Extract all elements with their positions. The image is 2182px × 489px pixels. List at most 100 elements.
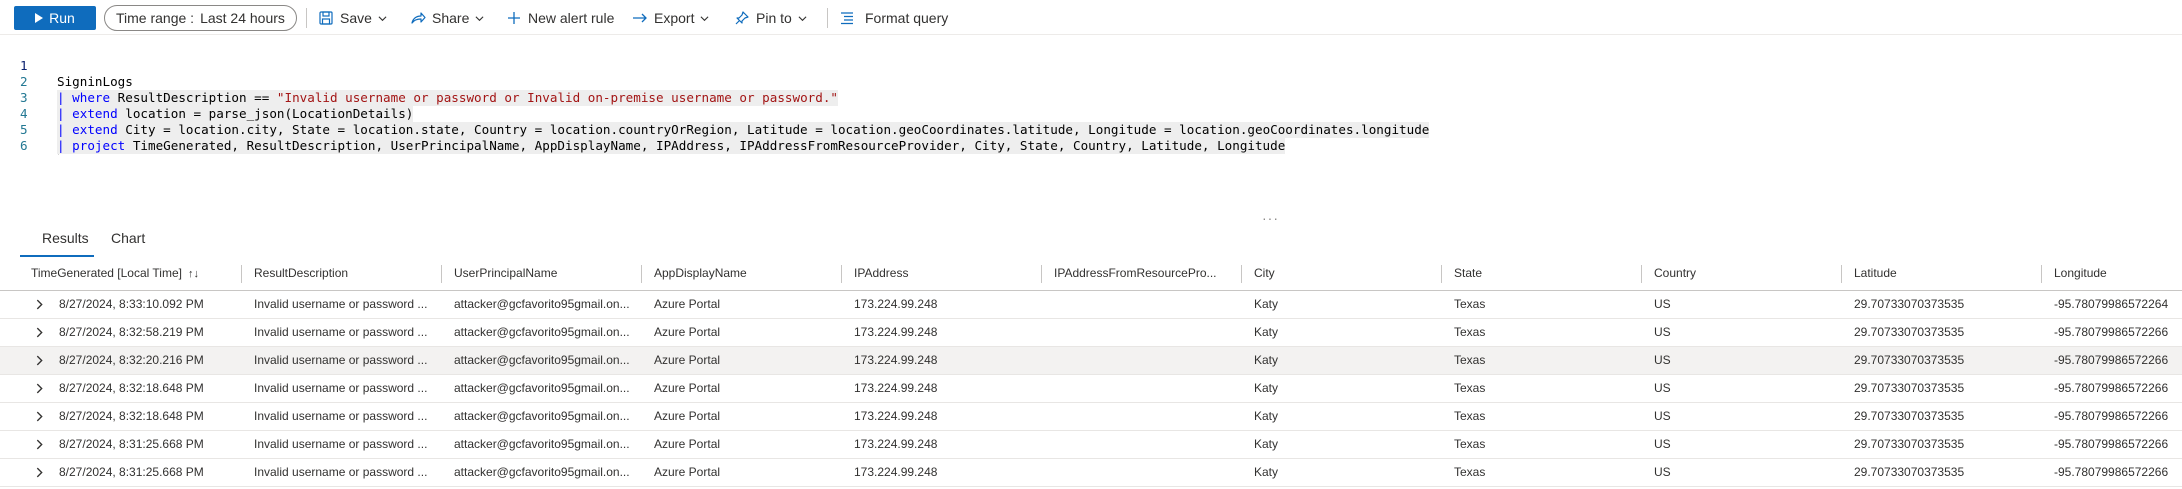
cell-latitude: 29.70733070373535 — [1854, 297, 1965, 311]
table-row[interactable]: 8/27/2024, 8:32:58.219 PM Invalid usernam… — [0, 319, 2182, 347]
column-resizer[interactable] — [441, 265, 442, 283]
column-resizer[interactable] — [1441, 265, 1442, 283]
time-range-value: Last 24 hours — [200, 10, 285, 26]
cell-appdisplayname: Azure Portal — [654, 465, 721, 479]
cell-city: Katy — [1254, 297, 1279, 311]
tab-chart[interactable]: Chart — [111, 230, 145, 246]
cell-longitude: -95.78079986572266 — [2054, 325, 2169, 339]
chevron-right-icon[interactable] — [34, 299, 45, 310]
cell-timegenerated: 8/27/2024, 8:32:58.219 PM — [59, 325, 204, 339]
table-row[interactable]: 8/27/2024, 8:32:20.216 PM Invalid usernam… — [0, 347, 2182, 375]
code-text: | where ResultDescription == "Invalid us… — [57, 90, 838, 106]
cell-ipaddress: 173.224.99.248 — [854, 409, 938, 423]
editor-line: 3 | extend location = parse_json(Locatio… — [0, 74, 414, 122]
save-button[interactable]: Save — [318, 6, 387, 30]
cell-country: US — [1654, 409, 1671, 423]
column-resizer[interactable] — [1241, 265, 1242, 283]
column-header-ipaddress[interactable]: IPAddress — [854, 258, 908, 291]
column-resizer[interactable] — [841, 265, 842, 283]
cell-state: Texas — [1454, 353, 1486, 367]
column-header-latitude[interactable]: Latitude — [1854, 258, 1897, 291]
table-row[interactable]: 8/27/2024, 8:31:25.668 PM Invalid usernam… — [0, 459, 2182, 487]
chevron-right-icon[interactable] — [34, 411, 45, 422]
cell-ipaddressfromresourceprovider — [1054, 291, 1239, 318]
run-button[interactable]: Run — [14, 6, 96, 30]
column-header-longitude[interactable]: Longitude — [2054, 258, 2107, 291]
cell-resultdescription: Invalid username or password ... — [254, 465, 428, 479]
chevron-down-icon — [700, 15, 709, 21]
time-range-label: Time range : — [116, 10, 195, 26]
column-resizer[interactable] — [1041, 265, 1042, 283]
code-text: SigninLogs — [57, 74, 133, 89]
cell-timegenerated: 8/27/2024, 8:32:18.648 PM — [59, 381, 204, 395]
share-button[interactable]: Share — [410, 6, 484, 30]
toolbar-divider — [306, 8, 307, 28]
column-resizer[interactable] — [241, 265, 242, 283]
chevron-right-icon[interactable] — [34, 327, 45, 338]
chevron-right-icon[interactable] — [34, 467, 45, 478]
column-resizer[interactable] — [641, 265, 642, 283]
pin-to-button[interactable]: Pin to — [734, 6, 807, 30]
cell-state: Texas — [1454, 297, 1486, 311]
format-lines-icon — [841, 12, 853, 25]
cell-ipaddressfromresourceprovider — [1054, 459, 1239, 486]
cell-userprincipalname: attacker@gcfavorito95gmail.on... — [454, 381, 630, 395]
column-header-city[interactable]: City — [1254, 258, 1275, 291]
cell-longitude: -95.78079986572266 — [2054, 353, 2169, 367]
chevron-down-icon — [378, 15, 387, 21]
cell-timegenerated: 8/27/2024, 8:31:25.668 PM — [59, 437, 204, 451]
chevron-right-icon[interactable] — [34, 439, 45, 450]
line-number: 6 — [20, 138, 28, 153]
cell-ipaddressfromresourceprovider — [1054, 319, 1239, 346]
column-resizer[interactable] — [1841, 265, 1842, 283]
column-resizer[interactable] — [1641, 265, 1642, 283]
cell-longitude: -95.78079986572266 — [2054, 465, 2169, 479]
cell-state: Texas — [1454, 437, 1486, 451]
cell-longitude: -95.78079986572264 — [2054, 297, 2169, 311]
column-header-userprincipalname[interactable]: UserPrincipalName — [454, 258, 557, 291]
cell-state: Texas — [1454, 325, 1486, 339]
new-alert-rule-button[interactable]: New alert rule — [506, 6, 614, 30]
cell-appdisplayname: Azure Portal — [654, 297, 721, 311]
cell-city: Katy — [1254, 353, 1279, 367]
time-range-picker[interactable]: Time range : Last 24 hours — [104, 5, 297, 31]
column-resizer[interactable] — [2041, 265, 2042, 283]
cell-ipaddressfromresourceprovider — [1054, 347, 1239, 374]
column-header-timegenerated[interactable]: TimeGenerated [Local Time] ↑↓ — [31, 258, 199, 291]
chevron-right-icon[interactable] — [34, 355, 45, 366]
column-header-ipaddressfromresourceprovider[interactable]: IPAddressFromResourcePro... — [1054, 258, 1217, 291]
tab-results[interactable]: Results — [42, 230, 89, 246]
save-icon — [319, 11, 333, 25]
column-header-resultdescription[interactable]: ResultDescription — [254, 258, 348, 291]
cell-state: Texas — [1454, 409, 1486, 423]
cell-userprincipalname: attacker@gcfavorito95gmail.on... — [454, 465, 630, 479]
export-button[interactable]: Export — [632, 6, 709, 30]
table-row[interactable]: 8/27/2024, 8:32:18.648 PM Invalid usernam… — [0, 375, 2182, 403]
cell-userprincipalname: attacker@gcfavorito95gmail.on... — [454, 353, 630, 367]
editor-line: 5 | project TimeGenerated, ResultDescrip… — [0, 106, 1286, 154]
chevron-right-icon[interactable] — [34, 383, 45, 394]
cell-resultdescription: Invalid username or password ... — [254, 297, 428, 311]
code-text: | project TimeGenerated, ResultDescripti… — [57, 138, 1286, 154]
table-row[interactable]: 8/27/2024, 8:31:25.668 PM Invalid usernam… — [0, 431, 2182, 459]
cell-resultdescription: Invalid username or password ... — [254, 325, 428, 339]
table-row[interactable]: 8/27/2024, 8:33:10.092 PM Invalid usernam… — [0, 291, 2182, 319]
cell-timegenerated: 8/27/2024, 8:33:10.092 PM — [59, 297, 204, 311]
column-header-country[interactable]: Country — [1654, 258, 1696, 291]
table-row[interactable]: 8/27/2024, 8:32:18.648 PM Invalid usernam… — [0, 403, 2182, 431]
cell-country: US — [1654, 381, 1671, 395]
query-editor[interactable]: 1 SigninLogs 2 | where ResultDescription… — [0, 35, 2182, 210]
cell-ipaddressfromresourceprovider — [1054, 375, 1239, 402]
cell-timegenerated: 8/27/2024, 8:32:18.648 PM — [59, 409, 204, 423]
column-header-appdisplayname[interactable]: AppDisplayName — [654, 258, 747, 291]
cell-resultdescription: Invalid username or password ... — [254, 381, 428, 395]
format-query-button[interactable]: Format query — [839, 6, 948, 30]
save-label: Save — [340, 10, 372, 26]
cell-userprincipalname: attacker@gcfavorito95gmail.on... — [454, 297, 630, 311]
cell-city: Katy — [1254, 381, 1279, 395]
active-tab-indicator — [20, 255, 94, 257]
cell-resultdescription: Invalid username or password ... — [254, 437, 428, 451]
cell-country: US — [1654, 325, 1671, 339]
sort-arrows-icon[interactable]: ↑↓ — [188, 268, 199, 280]
column-header-state[interactable]: State — [1454, 258, 1482, 291]
